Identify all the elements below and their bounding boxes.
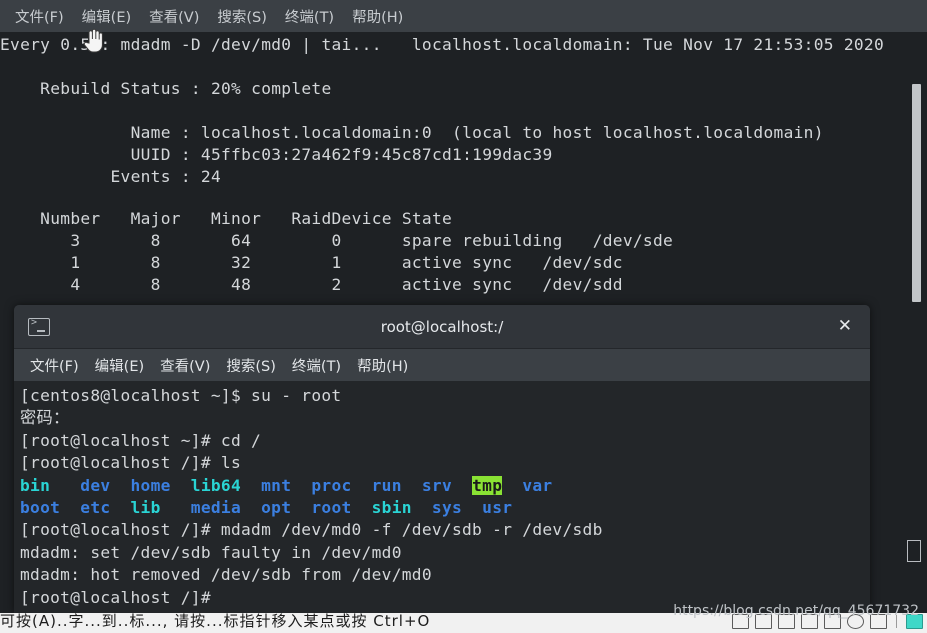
terminal-token: lib (130, 498, 161, 518)
inner-menu-help[interactable]: 帮助(H) (349, 352, 416, 379)
terminal-token: [root@localhost /]# (20, 587, 211, 607)
terminal-token: sys (431, 498, 463, 518)
inner-window-title: root@localhost:/ (380, 317, 504, 336)
outer-menubar: 文件(F) 编辑(E) 查看(V) 搜索(S) 终端(T) 帮助(H) (0, 0, 927, 32)
inner-menu-file[interactable]: 文件(F) (22, 352, 87, 379)
terminal-token: [root@localhost ~]# cd / (20, 430, 262, 450)
terminal-token: dev (80, 475, 111, 495)
terminal-token: opt (261, 498, 292, 518)
inner-terminal-screen[interactable]: [centos8@localhost ~]$ su - root 密码： [root… (14, 381, 870, 613)
terminal-token: run (371, 475, 402, 495)
terminal-line-1: 密码： (16, 407, 870, 429)
close-icon[interactable]: ✕ (838, 318, 852, 335)
terminal-token: media (190, 498, 242, 518)
terminal-token: tmp (472, 475, 503, 495)
terminal-line-8: mdadm: hot removed /dev/sdb from /dev/md… (16, 564, 870, 586)
device-table-row-1: 1 8 32 1 active sync /dev/sdc (0, 253, 623, 272)
terminal-line-2: [root@localhost ~]# cd / (16, 430, 870, 452)
terminal-token: [centos8@localhost ~]$ su - root (20, 386, 342, 405)
inner-menu-search[interactable]: 搜索(S) (218, 352, 284, 379)
terminal-token: boot (20, 498, 61, 518)
inner-terminal-window[interactable]: root@localhost:/ ✕ 文件(F) 编辑(E) 查看(V) 搜索(… (14, 305, 870, 613)
terminal-line-4: bin dev home lib64 mnt proc run srv tmp … (16, 475, 870, 497)
inner-menu-view[interactable]: 查看(V) (152, 352, 218, 379)
terminal-token: srv (421, 475, 453, 495)
terminal-token: proc (311, 475, 352, 495)
terminal-line-0: [centos8@localhost ~]$ su - root (16, 385, 870, 407)
terminal-token: mdadm: set /dev/sdb faulty in /dev/md0 (20, 542, 402, 562)
terminal-line-5: boot etc lib media opt root sbin sys usr (16, 497, 870, 519)
device-table-row-2: 4 8 48 2 active sync /dev/sdd (0, 275, 623, 294)
device-table-header: Number Major Minor RaidDevice State (0, 209, 453, 228)
device-table-row-0: 3 8 64 0 spare rebuilding /dev/sde (0, 231, 674, 250)
array-name-line: Name : localhost.localdomain:0 (local to… (0, 123, 824, 142)
terminal-line-6: [root@localhost /]# mdadm /dev/md0 -f /d… (16, 519, 870, 541)
array-uuid-line: UUID : 45ffbc03:27a462f9:45c87cd1:199dac… (0, 145, 553, 164)
array-events-line: Events : 24 (0, 167, 222, 186)
terminal-token: usr (482, 498, 513, 518)
inner-menu-edit[interactable]: 编辑(E) (87, 352, 152, 379)
terminal-token: 密码： (20, 408, 70, 428)
screen: 文件(F) 编辑(E) 查看(V) 搜索(S) 终端(T) 帮助(H) Ever… (0, 0, 927, 633)
rebuild-status-line: Rebuild Status : 20% complete (0, 79, 332, 98)
text-cursor-block (907, 540, 921, 562)
terminal-token: var (522, 475, 553, 495)
outer-menu-terminal[interactable]: 终端(T) (276, 3, 343, 30)
terminal-token: mnt (261, 475, 292, 495)
terminal-icon (28, 317, 50, 336)
terminal-token: root (311, 498, 352, 518)
outer-menu-view[interactable]: 查看(V) (140, 3, 208, 30)
terminal-token: home (130, 475, 171, 495)
terminal-token: [root@localhost /]# ls (20, 453, 242, 473)
terminal-token: lib64 (190, 475, 242, 495)
watermark-url: https://blog.csdn.net/qq_45671732 (673, 603, 919, 619)
inner-menu-terminal[interactable]: 终端(T) (284, 352, 349, 379)
outer-menu-file[interactable]: 文件(F) (6, 3, 73, 30)
outer-menu-help[interactable]: 帮助(H) (343, 3, 412, 30)
inner-titlebar[interactable]: root@localhost:/ ✕ (14, 305, 870, 349)
terminal-token: sbin (371, 498, 412, 518)
terminal-line-3: [root@localhost /]# ls (16, 452, 870, 474)
terminal-token: [root@localhost /]# mdadm /dev/md0 -f /d… (20, 520, 603, 540)
inner-terminal-scrollbar[interactable] (912, 84, 921, 302)
terminal-token: mdadm: hot removed /dev/sdb from /dev/md… (20, 565, 432, 585)
bottom-cut-text: 可按(A)..字...到..标..., 请按...标指针移入某点或按 Ctrl+… (0, 613, 431, 630)
outer-menu-search[interactable]: 搜索(S) (208, 3, 276, 30)
outer-menu-edit[interactable]: 编辑(E) (73, 3, 140, 30)
terminal-line-7: mdadm: set /dev/sdb faulty in /dev/md0 (16, 542, 870, 564)
watch-header-line: Every 0.5s: mdadm -D /dev/md0 | tai... l… (0, 35, 885, 54)
terminal-token: etc (80, 498, 111, 518)
terminal-token: bin (20, 475, 51, 495)
inner-menubar: 文件(F) 编辑(E) 查看(V) 搜索(S) 终端(T) 帮助(H) (14, 349, 870, 381)
